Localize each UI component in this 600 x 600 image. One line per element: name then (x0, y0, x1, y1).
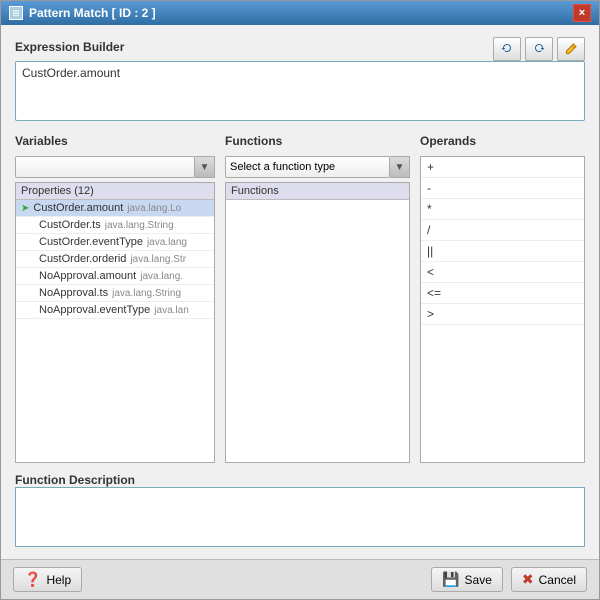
functions-dropdown-row: Select a function type ▼ (225, 156, 410, 178)
operand-item[interactable]: <= (421, 283, 584, 304)
functions-column: Functions Select a function type ▼ Funct… (225, 134, 410, 463)
three-columns: Variables ▼ Properties (12) ➤ CustOrder.a… (15, 134, 585, 463)
functions-list: Functions (225, 182, 410, 463)
variable-type: java.lang (147, 237, 187, 248)
variable-type: java.lang.Str (130, 254, 186, 265)
cancel-button[interactable]: ✖ Cancel (511, 567, 587, 592)
operand-item[interactable]: / (421, 220, 584, 241)
save-label: Save (465, 573, 492, 587)
variable-name: NoApproval.ts (39, 287, 108, 299)
main-content: Expression Builder (1, 25, 599, 559)
expression-builder-section: Expression Builder (15, 37, 585, 124)
function-description-box (15, 487, 585, 547)
cancel-label: Cancel (539, 573, 576, 587)
save-icon: 💾 (442, 571, 459, 588)
function-description-label: Function Description (15, 473, 135, 487)
variable-name: NoApproval.eventType (39, 304, 150, 316)
cancel-icon: ✖ (522, 571, 534, 588)
redo-button[interactable] (525, 37, 553, 61)
help-icon: ❓ (24, 571, 41, 588)
variable-type: java.lan (154, 305, 188, 316)
operand-item[interactable]: - (421, 178, 584, 199)
variable-name: CustOrder.eventType (39, 236, 143, 248)
variable-name: CustOrder.orderid (39, 253, 126, 265)
function-description-section: Function Description (15, 473, 585, 547)
list-item[interactable]: NoApproval.eventType java.lan (16, 302, 214, 319)
variables-dropdown[interactable] (15, 156, 195, 178)
operands-label: Operands (420, 134, 585, 148)
variable-type: java.lang.Lo (127, 203, 181, 214)
variable-name: CustOrder.ts (39, 219, 101, 231)
save-button[interactable]: 💾 Save (431, 567, 503, 592)
expression-input[interactable]: CustOrder.amount (15, 61, 585, 121)
list-item[interactable]: NoApproval.ts java.lang.String (16, 285, 214, 302)
variable-name: NoApproval.amount (39, 270, 136, 282)
variables-dropdown-row: ▼ (15, 156, 215, 178)
variables-dropdown-arrow[interactable]: ▼ (195, 156, 215, 178)
edit-button[interactable] (557, 37, 585, 61)
footer-right-buttons: 💾 Save ✖ Cancel (431, 567, 587, 592)
help-label: Help (46, 573, 71, 587)
window-title: Pattern Match [ ID : 2 ] (29, 6, 156, 20)
expression-builder-label: Expression Builder (15, 40, 124, 54)
variable-type: java.lang.String (112, 288, 181, 299)
expression-buttons (493, 37, 585, 61)
operands-list: +-*/||<<=> (420, 156, 585, 463)
list-item[interactable]: CustOrder.ts java.lang.String (16, 217, 214, 234)
main-window: ⊞ Pattern Match [ ID : 2 ] × Expression … (0, 0, 600, 600)
title-bar: ⊞ Pattern Match [ ID : 2 ] × (1, 1, 599, 25)
variable-type: java.lang.String (105, 220, 174, 231)
variable-type: java.lang. (140, 271, 183, 282)
window-icon: ⊞ (9, 6, 23, 20)
variables-column: Variables ▼ Properties (12) ➤ CustOrder.a… (15, 134, 215, 463)
selected-arrow-icon: ➤ (21, 203, 29, 214)
operand-item[interactable]: > (421, 304, 584, 325)
list-item[interactable]: NoApproval.amount java.lang. (16, 268, 214, 285)
expression-header: Expression Builder (15, 37, 585, 61)
variable-name: CustOrder.amount (33, 202, 123, 214)
help-button[interactable]: ❓ Help (13, 567, 82, 592)
functions-label: Functions (225, 134, 410, 148)
functions-dropdown-arrow[interactable]: ▼ (390, 156, 410, 178)
operand-item[interactable]: || (421, 241, 584, 262)
variables-list: Properties (12) ➤ CustOrder.amount java.la… (15, 182, 215, 463)
operand-item[interactable]: * (421, 199, 584, 220)
operands-column: Operands +-*/||<<=> (420, 134, 585, 463)
variables-list-header: Properties (12) (16, 183, 214, 200)
list-item[interactable]: ➤ CustOrder.amount java.lang.Lo (16, 200, 214, 217)
operand-item[interactable]: < (421, 262, 584, 283)
functions-list-header: Functions (226, 183, 409, 200)
variables-label: Variables (15, 134, 215, 148)
list-item[interactable]: CustOrder.orderid java.lang.Str (16, 251, 214, 268)
functions-dropdown[interactable]: Select a function type (225, 156, 390, 178)
close-button[interactable]: × (573, 4, 591, 22)
title-bar-left: ⊞ Pattern Match [ ID : 2 ] (9, 6, 156, 20)
refresh-button[interactable] (493, 37, 521, 61)
operand-item[interactable]: + (421, 157, 584, 178)
list-item[interactable]: CustOrder.eventType java.lang (16, 234, 214, 251)
footer: ❓ Help 💾 Save ✖ Cancel (1, 559, 599, 599)
